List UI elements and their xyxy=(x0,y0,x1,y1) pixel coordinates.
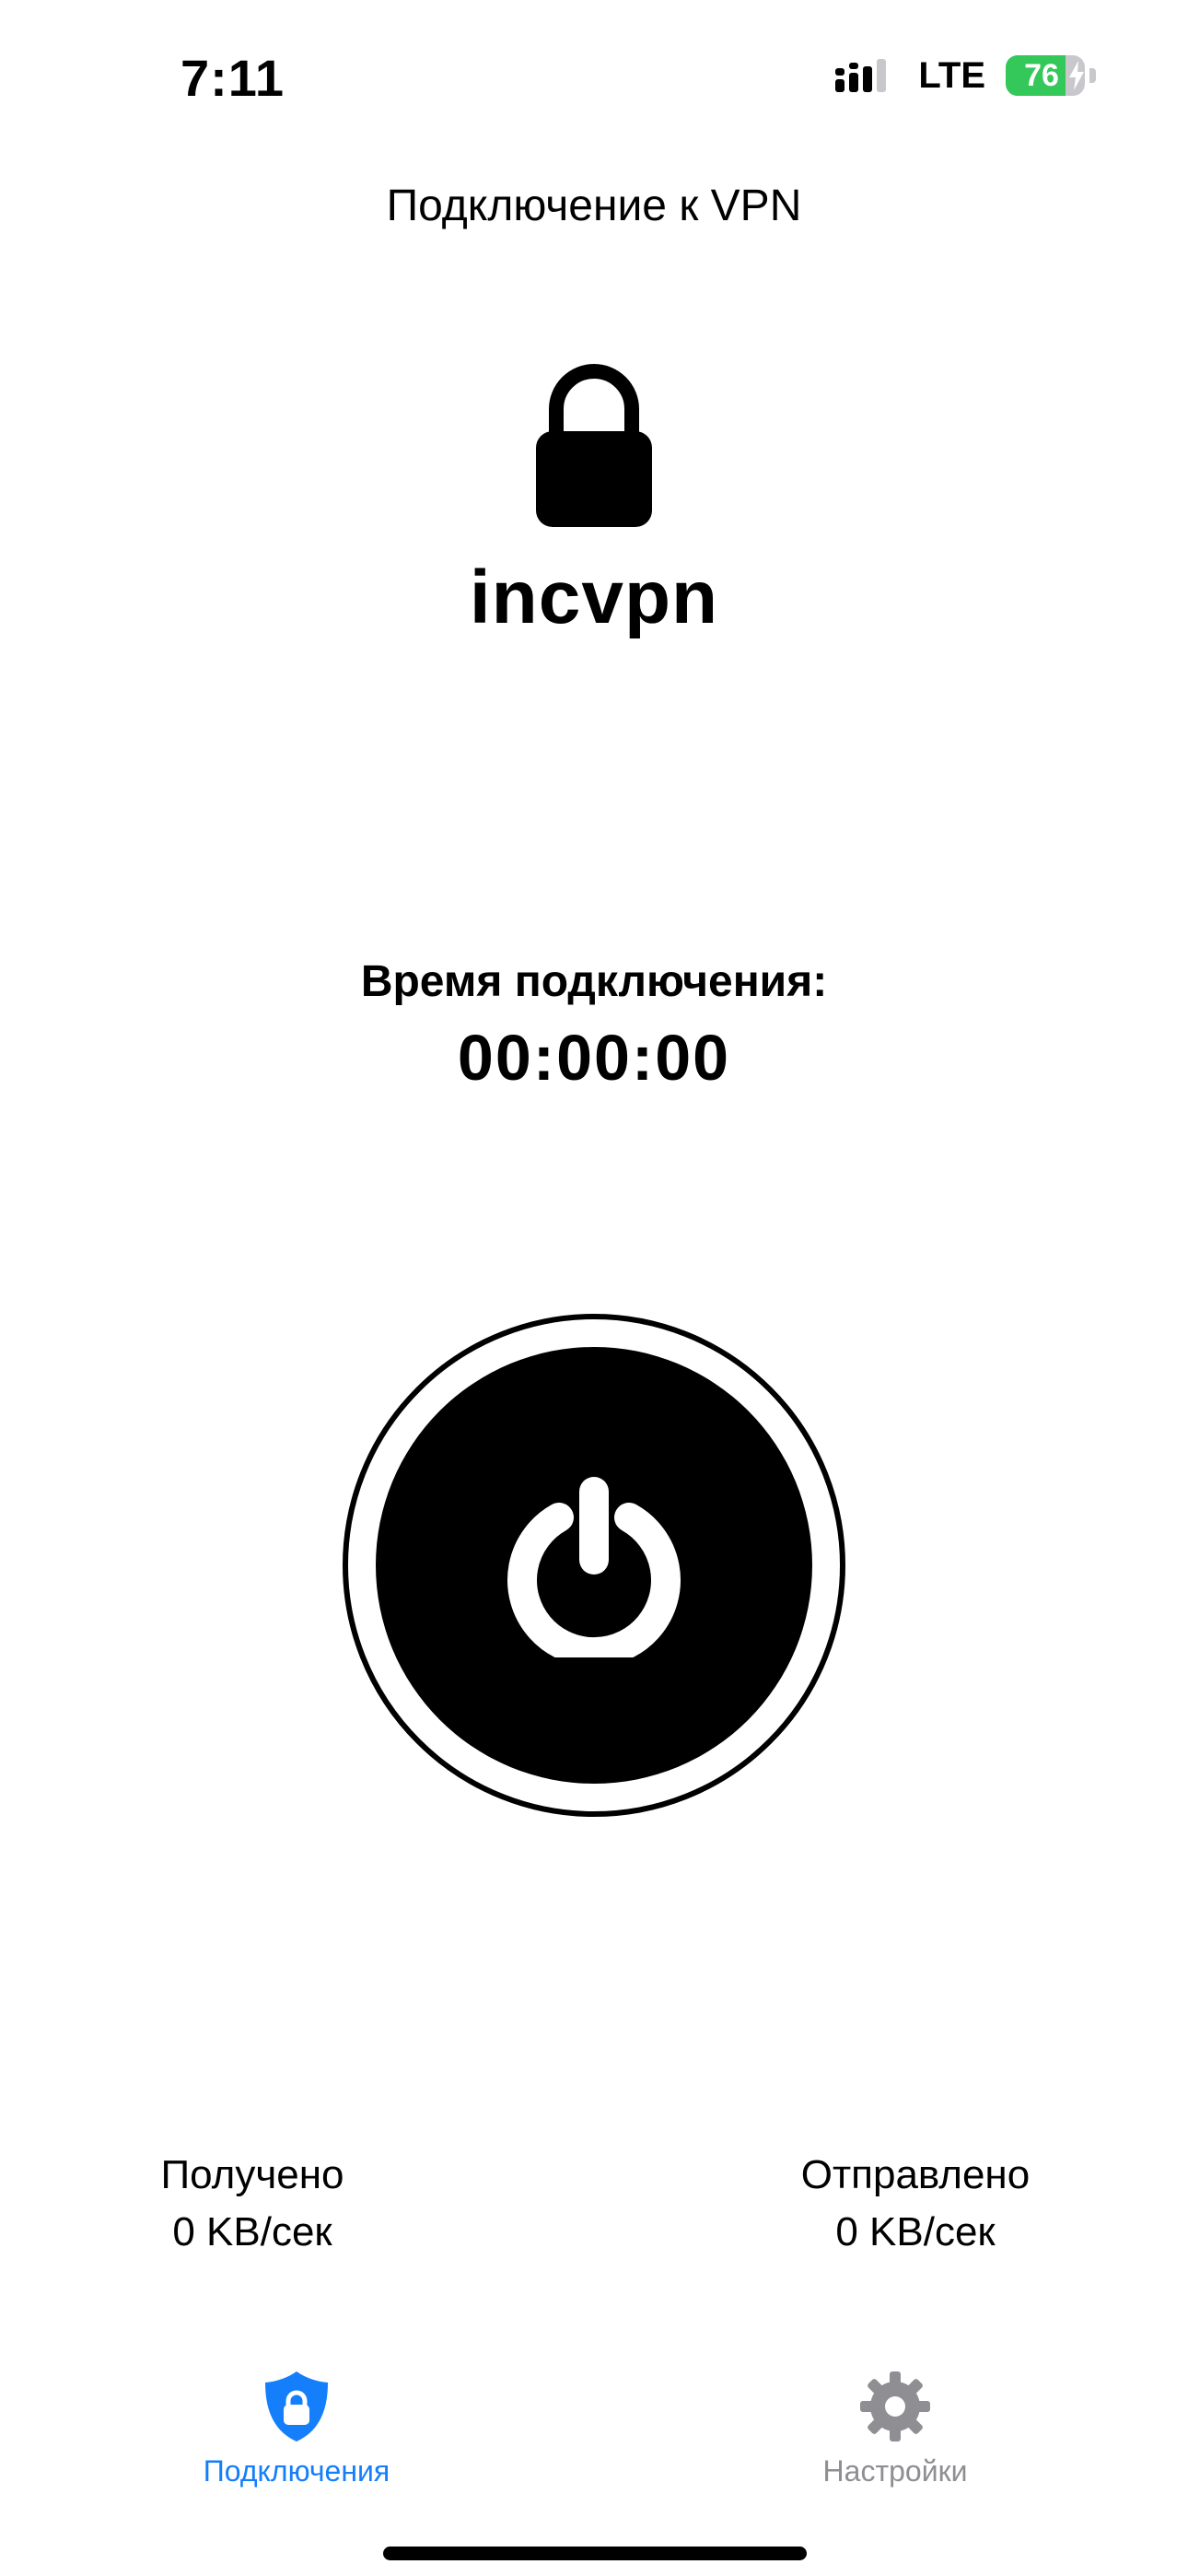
tab-settings[interactable]: Настройки xyxy=(729,2359,1061,2497)
tab-label: Настройки xyxy=(822,2454,968,2488)
status-time: 7:11 xyxy=(181,49,285,107)
page-title: Подключение к VPN xyxy=(386,181,802,230)
connection-time-value: 00:00:00 xyxy=(457,1022,731,1094)
tab-label: Подключения xyxy=(203,2454,390,2488)
signal-icon xyxy=(835,59,887,92)
home-indicator[interactable] xyxy=(383,2547,807,2560)
battery-percent: 76 xyxy=(1024,58,1059,93)
connection-time-label: Время подключения: xyxy=(360,957,828,1006)
status-bar: 7:11 LTE 76 xyxy=(0,0,1188,157)
power-button[interactable] xyxy=(343,1314,845,1817)
power-button-face xyxy=(376,1347,812,1784)
tab-bar: Подключения Настройки xyxy=(0,2359,1188,2497)
received-stat: Получено 0 KB/сек xyxy=(68,2147,437,2261)
sent-stat: Отправлено 0 KB/сек xyxy=(731,2147,1100,2261)
charging-bolt-icon xyxy=(1069,61,1084,90)
battery-icon: 76 xyxy=(1006,55,1096,96)
sent-label: Отправлено xyxy=(800,2152,1031,2197)
received-value: 0 KB/сек xyxy=(172,2209,332,2254)
shield-lock-icon xyxy=(265,2371,328,2441)
lock-icon xyxy=(536,364,652,527)
sent-value: 0 KB/сек xyxy=(835,2209,996,2254)
gear-icon xyxy=(860,2371,930,2441)
power-icon xyxy=(507,1477,681,1657)
status-indicators: LTE 76 xyxy=(833,55,1096,96)
tab-connections[interactable]: Подключения xyxy=(131,2359,462,2497)
network-type: LTE xyxy=(918,55,985,96)
vpn-brand-name: incvpn xyxy=(469,556,719,639)
received-label: Получено xyxy=(160,2152,344,2197)
